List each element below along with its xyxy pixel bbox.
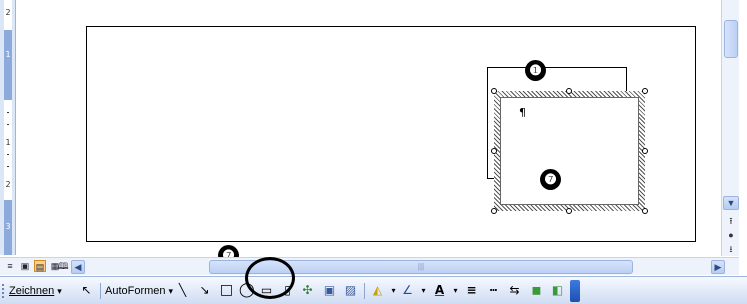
rectangle-icon[interactable]: □	[219, 283, 234, 298]
ruler-label-1: 1	[5, 138, 11, 147]
vertical-scrollbar[interactable]: ▼ ⭱ ● ⭳	[721, 0, 739, 256]
web-layout-view-icon[interactable]: ▣	[19, 260, 31, 272]
dash-style-icon[interactable]: ┅	[486, 283, 501, 298]
toolbar-options-button[interactable]	[570, 280, 580, 302]
scroll-right-button[interactable]: ▶	[711, 260, 725, 274]
previous-page-button[interactable]: ⭱	[723, 214, 739, 228]
draw-menu-button[interactable]: Zeichnen ▾	[9, 282, 62, 300]
reading-layout-view-icon[interactable]: 🕮	[58, 260, 69, 272]
clipart-icon[interactable]: ▣	[322, 283, 337, 298]
ruler-tick	[7, 124, 9, 125]
ruler-label-1-top: 1	[5, 50, 11, 59]
resize-handle-s[interactable]	[566, 208, 572, 214]
normal-view-icon[interactable]: ≡	[4, 260, 16, 272]
autoshapes-label: AutoFormen	[105, 285, 166, 297]
chevron-down-icon: ▾	[57, 285, 62, 296]
line-color-icon[interactable]: ∠	[400, 283, 415, 298]
diagram-icon[interactable]: ✣	[300, 283, 315, 298]
vertical-ruler[interactable]: 2 1 1 2 3	[0, 0, 16, 255]
shadow-style-icon[interactable]: ◼	[529, 283, 544, 298]
scroll-left-button[interactable]: ◀	[71, 260, 85, 274]
select-browse-object-button[interactable]: ●	[723, 228, 739, 242]
ruler-tick	[7, 166, 9, 167]
ruler-tick	[7, 112, 9, 113]
toolbar-separator	[364, 283, 365, 299]
resize-handle-se[interactable]	[642, 208, 648, 214]
picture-icon[interactable]: ▨	[343, 283, 358, 298]
highlight-circle	[245, 257, 295, 299]
select-objects-icon[interactable]: ↖	[79, 283, 94, 298]
autoshapes-menu-button[interactable]: AutoFormen ▾	[105, 282, 173, 300]
textbox-content[interactable]: ¶	[500, 97, 639, 205]
3d-style-icon[interactable]: ◧	[550, 283, 565, 298]
vertical-scroll-thumb[interactable]	[724, 20, 738, 58]
toolbar-grip[interactable]	[2, 284, 4, 298]
chevron-down-icon[interactable]: ▾	[386, 283, 401, 298]
chevron-down-icon[interactable]: ▾	[448, 283, 463, 298]
resize-handle-sw[interactable]	[491, 208, 497, 214]
line-icon[interactable]: ╲	[175, 283, 190, 298]
ruler-label-2-top: 2	[5, 8, 11, 17]
toolbar-separator	[100, 283, 101, 299]
ruler-label-3: 3	[5, 222, 11, 231]
callout-badge-7-textbox: ❼	[540, 169, 561, 190]
ruler-tick	[7, 154, 9, 155]
callout-badge-1: ❶	[525, 60, 546, 81]
textbox-shape[interactable]: ¶	[494, 91, 645, 211]
resize-handle-nw[interactable]	[491, 88, 497, 94]
draw-menu-label: Zeichnen	[9, 285, 55, 297]
paragraph-mark: ¶	[519, 106, 526, 119]
next-page-button[interactable]: ⭳	[723, 242, 739, 256]
scroll-down-button[interactable]: ▼	[723, 196, 739, 210]
print-layout-view-icon[interactable]: ▤	[34, 260, 46, 272]
ruler-label-2: 2	[5, 180, 11, 189]
arrow-icon[interactable]: ↘	[197, 283, 212, 298]
chevron-down-icon: ▾	[168, 285, 174, 296]
arrow-style-icon[interactable]: ⇆	[507, 283, 522, 298]
resize-handle-w[interactable]	[491, 148, 497, 154]
chevron-down-icon[interactable]: ▾	[416, 283, 431, 298]
fill-color-icon[interactable]: ◭	[370, 283, 385, 298]
font-color-icon[interactable]: A	[432, 283, 447, 298]
resize-handle-e[interactable]	[642, 148, 648, 154]
resize-handle-n[interactable]	[566, 88, 572, 94]
horizontal-scrollbar-area: ≡ ▣ ▤ ▦ 🕮 ◀ ||| ▶	[0, 257, 739, 275]
ruler-shaded-top	[4, 30, 12, 100]
resize-handle-ne[interactable]	[642, 88, 648, 94]
line-style-icon[interactable]: ≡	[464, 283, 479, 298]
drawing-toolbar: Zeichnen ▾ ↖ AutoFormen ▾ ╲ ↘ □ ◯ ▭ ▯ ✣ …	[0, 276, 747, 304]
